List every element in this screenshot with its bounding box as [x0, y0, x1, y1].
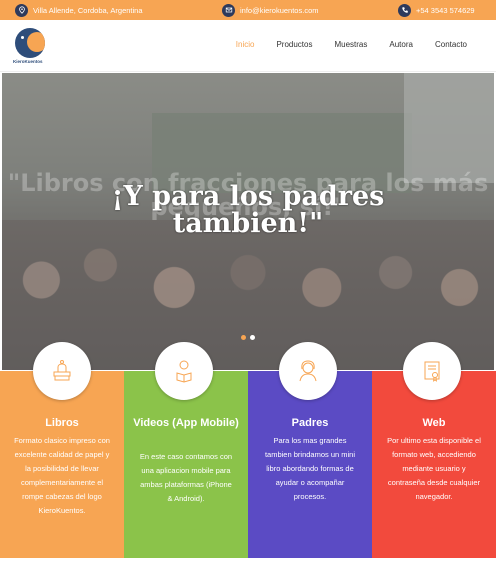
main-nav: Inicio Productos Muestras Autora Contact…	[225, 40, 478, 49]
features-section: Libros Formato clasico impreso con excel…	[0, 371, 496, 558]
child-reading-icon	[176, 360, 192, 383]
feature-title: Libros	[45, 417, 79, 429]
phone-link[interactable]: +54 3543 574629	[416, 6, 475, 15]
nav-item-muestras[interactable]: Muestras	[323, 40, 378, 49]
feature-title: Videos (App Mobile)	[133, 417, 239, 429]
feature-description: Por ultimo esta disponible el formato we…	[387, 436, 481, 501]
email-item[interactable]: info@kierokuentos.com	[222, 2, 318, 18]
feature-description: Para los mas grandes tambien brindamos u…	[264, 436, 356, 501]
logo-mark-icon	[15, 28, 45, 58]
nav-item-productos[interactable]: Productos	[265, 40, 323, 49]
nav-item-contacto[interactable]: Contacto	[424, 40, 478, 49]
address-text: Villa Allende, Cordoba, Argentina	[33, 5, 143, 15]
site-logo[interactable]: KieroKuentos	[13, 28, 47, 64]
feature-description: En este caso contamos con una aplicacion…	[139, 452, 233, 503]
nav-item-autora[interactable]: Autora	[378, 40, 424, 49]
nav-item-inicio[interactable]: Inicio	[225, 40, 266, 49]
hero-headline: ¡Y para los padres tambien!"	[111, 181, 385, 239]
slider-dot-2[interactable]	[250, 335, 255, 340]
feature-title: Web	[422, 417, 446, 429]
woman-icon-badge	[279, 342, 337, 400]
email-link[interactable]: info@kierokuentos.com	[240, 6, 318, 15]
feature-title: Padres	[291, 417, 329, 429]
woman-icon	[299, 360, 317, 382]
location-icon	[15, 3, 28, 17]
address-item: Villa Allende, Cordoba, Argentina	[15, 2, 143, 18]
feature-description: Formato clasico impreso con excelente ca…	[14, 436, 110, 515]
phone-item[interactable]: +54 3543 574629	[398, 2, 475, 18]
mail-icon	[222, 3, 235, 17]
books-icon-badge	[33, 342, 91, 400]
certificate-icon	[424, 361, 440, 382]
page-footer-space	[0, 558, 496, 584]
logo-text: KieroKuentos	[13, 59, 43, 64]
certificate-icon-badge	[403, 342, 461, 400]
slider-pagination	[241, 335, 255, 340]
site-header: KieroKuentos Inicio Productos Muestras A…	[0, 20, 496, 72]
books-icon	[53, 360, 71, 381]
phone-icon	[398, 3, 411, 17]
slider-dot-1[interactable]	[241, 335, 246, 340]
topbar: Villa Allende, Cordoba, Argentina info@k…	[0, 0, 496, 20]
hero-slider[interactable]: "Libros con fracciones para los más pequ…	[2, 73, 494, 370]
child-reading-icon-badge	[155, 342, 213, 400]
